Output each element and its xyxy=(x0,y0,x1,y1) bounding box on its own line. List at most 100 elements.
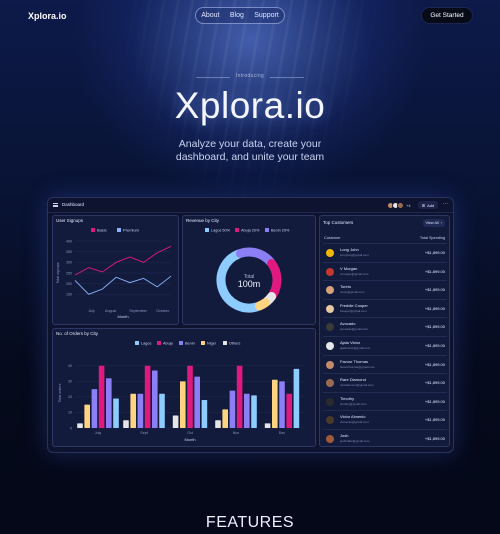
customer-email: rarediamond@gmail.com xyxy=(340,383,374,388)
x-tick-label: Nov xyxy=(233,431,240,435)
customer-row[interactable]: Long John jonnyboy@gmail.com +$1,899.00 xyxy=(323,243,447,262)
customer-row[interactable]: Freddie Cooper fcooper@gmail.com +$1,899.0… xyxy=(323,298,447,318)
customer-name: Rare Diamond xyxy=(340,377,366,383)
x-axis-label: Month xyxy=(184,437,195,442)
extra-members-count: +4 xyxy=(406,202,411,208)
y-tick-label: 350 xyxy=(66,250,72,254)
customer-name: Ajala Victor xyxy=(340,340,361,345)
bar-benin xyxy=(229,390,236,428)
bar-lagos xyxy=(159,393,165,428)
orders-bar-chart: Lagos Abuja Benin Niger Others 0 10 20 30 40 Total… xyxy=(58,341,305,442)
bar-lagos xyxy=(201,400,208,428)
hero-title: Xplora.io xyxy=(174,85,326,126)
get-started-button[interactable]: Get Started xyxy=(422,8,472,23)
legend-label: Lagos 50% xyxy=(211,229,231,233)
avatar xyxy=(326,267,334,276)
y-tick-label: 30 xyxy=(68,380,72,384)
chevron-right-icon: › xyxy=(440,221,442,225)
bar-abuja xyxy=(286,393,292,428)
bar-abuja xyxy=(187,365,193,428)
bar-niger xyxy=(84,404,90,428)
customer-spending: +$1,899.00 xyxy=(424,343,445,348)
y-tick-label: 250 xyxy=(66,271,72,275)
customer-name: Josh xyxy=(340,433,349,438)
y-tick-label: 0 xyxy=(70,426,72,430)
bar-abuja xyxy=(236,365,243,428)
customer-row[interactable]: Ajala Victor ajalavictor@gmail.com +$1,899… xyxy=(323,336,447,355)
legend-label: Niger xyxy=(207,342,217,346)
y-axis-label: Total orders xyxy=(58,383,62,402)
customer-email: vmorgan@gmail.com xyxy=(340,271,369,276)
customer-row[interactable]: Favour Thomas favourthomas@gmail.com +$1,8… xyxy=(323,354,447,374)
customer-name: Timothy xyxy=(340,395,355,401)
team-avatars[interactable]: +4 xyxy=(387,201,411,209)
avatar xyxy=(326,304,334,313)
customer-row[interactable]: Rare Diamond rarediamond@gmail.com +$1,899… xyxy=(323,373,447,392)
customer-name: Long John xyxy=(340,247,359,252)
customer-spending: +$1,899.00 xyxy=(424,398,445,404)
customer-email: avocado@gmail.com xyxy=(340,327,369,332)
customer-name: Favour Thomas xyxy=(340,358,368,364)
customer-name: Avocado xyxy=(340,321,356,327)
avatar xyxy=(326,397,334,406)
customer-row[interactable]: Josh joshmiller@gmail.com +$1,899.00 xyxy=(323,429,447,448)
bar-lagos xyxy=(293,368,300,428)
legend-label: Benin xyxy=(185,342,195,346)
legend-swatch xyxy=(235,228,239,232)
nav-link-about[interactable]: About xyxy=(201,12,219,19)
x-tick-label: September xyxy=(129,309,147,313)
y-tick-label: 400 xyxy=(66,239,72,243)
avatar xyxy=(326,249,334,257)
y-tick-label: 40 xyxy=(68,364,72,368)
bar-niger xyxy=(130,393,136,428)
avatar xyxy=(326,435,334,443)
customer-spending: +$1,899.00 xyxy=(424,287,445,293)
customer-email: toreto@gmail.com xyxy=(340,290,365,295)
more-options-icon[interactable]: ··· xyxy=(443,201,448,207)
bar-others xyxy=(123,420,129,428)
orders-card: No. of Orders by City Lagos Abuja Benin Nig… xyxy=(52,328,316,447)
bar-lagos xyxy=(251,395,257,428)
nav-link-support[interactable]: Support xyxy=(254,12,279,19)
avatar xyxy=(326,416,334,425)
customer-email: jonnyboy@gmail.com xyxy=(340,253,369,257)
menu-icon[interactable] xyxy=(53,203,58,207)
x-axis-label: Month xyxy=(117,314,128,319)
customer-email: joshmiller@gmail.com xyxy=(340,439,370,443)
x-tick-label: Oct xyxy=(187,431,193,435)
legend-swatch xyxy=(135,341,139,345)
customer-email: fcooper@gmail.com xyxy=(340,308,367,313)
add-button[interactable]: ⊞ Add xyxy=(418,201,438,209)
y-tick-label: 200 xyxy=(66,282,72,286)
customer-spending: +$1,899.00 xyxy=(424,324,445,330)
view-all-button[interactable]: View All › xyxy=(422,219,445,227)
customer-email: favourthomas@gmail.com xyxy=(340,364,375,369)
avatar xyxy=(326,342,334,350)
customer-name: Freddie Cooper xyxy=(340,302,368,308)
bar-others xyxy=(264,423,271,428)
customer-row[interactable]: Avocado avocado@gmail.com +$1,899.00 xyxy=(323,317,447,336)
customer-spending: +$1,899.00 xyxy=(424,380,445,386)
y-axis-label: Total signups xyxy=(56,262,60,283)
top-nav: About Blog Support xyxy=(195,7,285,24)
nav-link-blog[interactable]: Blog xyxy=(230,12,244,19)
bar-benin xyxy=(244,393,250,428)
legend-label: Abuja xyxy=(163,342,174,346)
customer-row[interactable]: Timothy timothy@gmail.com +$1,899.00 xyxy=(323,391,447,411)
bar-benin xyxy=(152,370,158,428)
customer-row[interactable]: V Morgan vmorgan@gmail.com +$1,899.00 xyxy=(323,261,447,281)
customer-row[interactable]: Victor Almenlo vlamenlo@gmail.com +$1,899.… xyxy=(323,410,447,429)
dashboard-preview: Dashboard +4 ⊞ Add ··· User Signups Basi… xyxy=(47,197,454,453)
hero-eyebrow: Introducing xyxy=(235,73,265,79)
customer-row[interactable]: Toreto toreto@gmail.com +$1,899.00 xyxy=(323,280,447,299)
revenue-donut-chart: Lagos 50% Abuja 20% Benin 20%Total100m xyxy=(205,228,290,313)
bar-niger xyxy=(180,381,186,428)
hero-subtitle-line: Analyze your data, create your xyxy=(178,138,322,150)
bar-others xyxy=(77,423,83,428)
legend-swatch xyxy=(117,228,121,232)
legend-label: Benin 20% xyxy=(271,229,290,233)
customer-spending: +$1,899.00 xyxy=(424,436,445,441)
user-signups-chart: Basic Premium 150 200 250 300 350 400 July August… xyxy=(56,228,172,319)
legend-swatch xyxy=(157,341,161,345)
site-logo[interactable]: Xplora.io xyxy=(28,11,67,21)
